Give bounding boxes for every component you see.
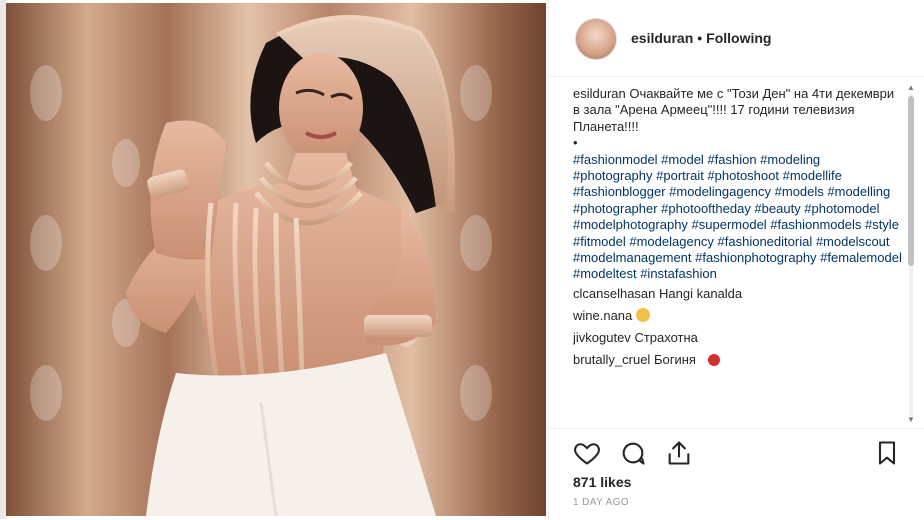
- caption-bullet: •: [573, 135, 578, 151]
- comment-text: Hangi kanalda: [659, 285, 743, 301]
- post-actions: 871 likes 1 DAY AGO: [549, 428, 924, 520]
- post-side-panel: esilduran • Following esilduran Очаквайте …: [548, 0, 924, 519]
- caption-hashtags[interactable]: #fashionmodel #model #fashion #modeling …: [573, 152, 902, 282]
- comment-text: Страхотна: [634, 329, 698, 345]
- username-link[interactable]: esilduran: [631, 30, 693, 46]
- comment-row: clcanselhasan Hangi kanalda: [573, 283, 903, 305]
- comment-text: Богиня: [653, 351, 696, 367]
- caption-username[interactable]: esilduran: [573, 86, 626, 101]
- comment-icon[interactable]: [619, 439, 647, 467]
- header-user-line: esilduran • Following: [631, 30, 771, 46]
- avatar[interactable]: [575, 18, 617, 60]
- post-timestamp: 1 DAY AGO: [573, 497, 630, 508]
- comment-row: wine.nana: [573, 305, 903, 327]
- photo-illustration: [6, 3, 546, 516]
- comments-list[interactable]: esilduran Очаквайте ме с "Този Ден" на 4…: [573, 86, 903, 424]
- likes-count[interactable]: 871 likes: [573, 474, 631, 490]
- comment-row: jivkogutev Страхотна: [573, 327, 903, 349]
- comment-row: brutally_cruel Богиня: [573, 349, 903, 371]
- bookmark-icon[interactable]: [873, 439, 901, 467]
- share-icon[interactable]: [665, 439, 693, 467]
- comments-scrollbar[interactable]: ▲ ▼: [905, 84, 917, 426]
- separator-dot: •: [697, 30, 703, 46]
- comment-username[interactable]: brutally_cruel: [573, 352, 650, 367]
- heart-icon[interactable]: [573, 439, 601, 467]
- comment-username[interactable]: wine.nana: [573, 308, 632, 323]
- instagram-post-window: esilduran • Following esilduran Очаквайте …: [0, 0, 924, 519]
- post-photo[interactable]: [6, 3, 546, 516]
- following-button[interactable]: Following: [706, 30, 771, 46]
- post-header: esilduran • Following: [549, 0, 924, 77]
- laughing-emoji-icon: [635, 307, 650, 322]
- comment-username[interactable]: clcanselhasan: [573, 286, 655, 301]
- red-heart-emoji-icon: [707, 353, 720, 366]
- scroll-thumb[interactable]: [908, 96, 914, 266]
- scroll-up-arrow-icon[interactable]: ▲: [907, 84, 915, 92]
- comment-username[interactable]: jivkogutev: [573, 330, 631, 345]
- scroll-down-arrow-icon[interactable]: ▼: [907, 416, 915, 424]
- caption: esilduran Очаквайте ме с "Този Ден" на 4…: [573, 86, 903, 283]
